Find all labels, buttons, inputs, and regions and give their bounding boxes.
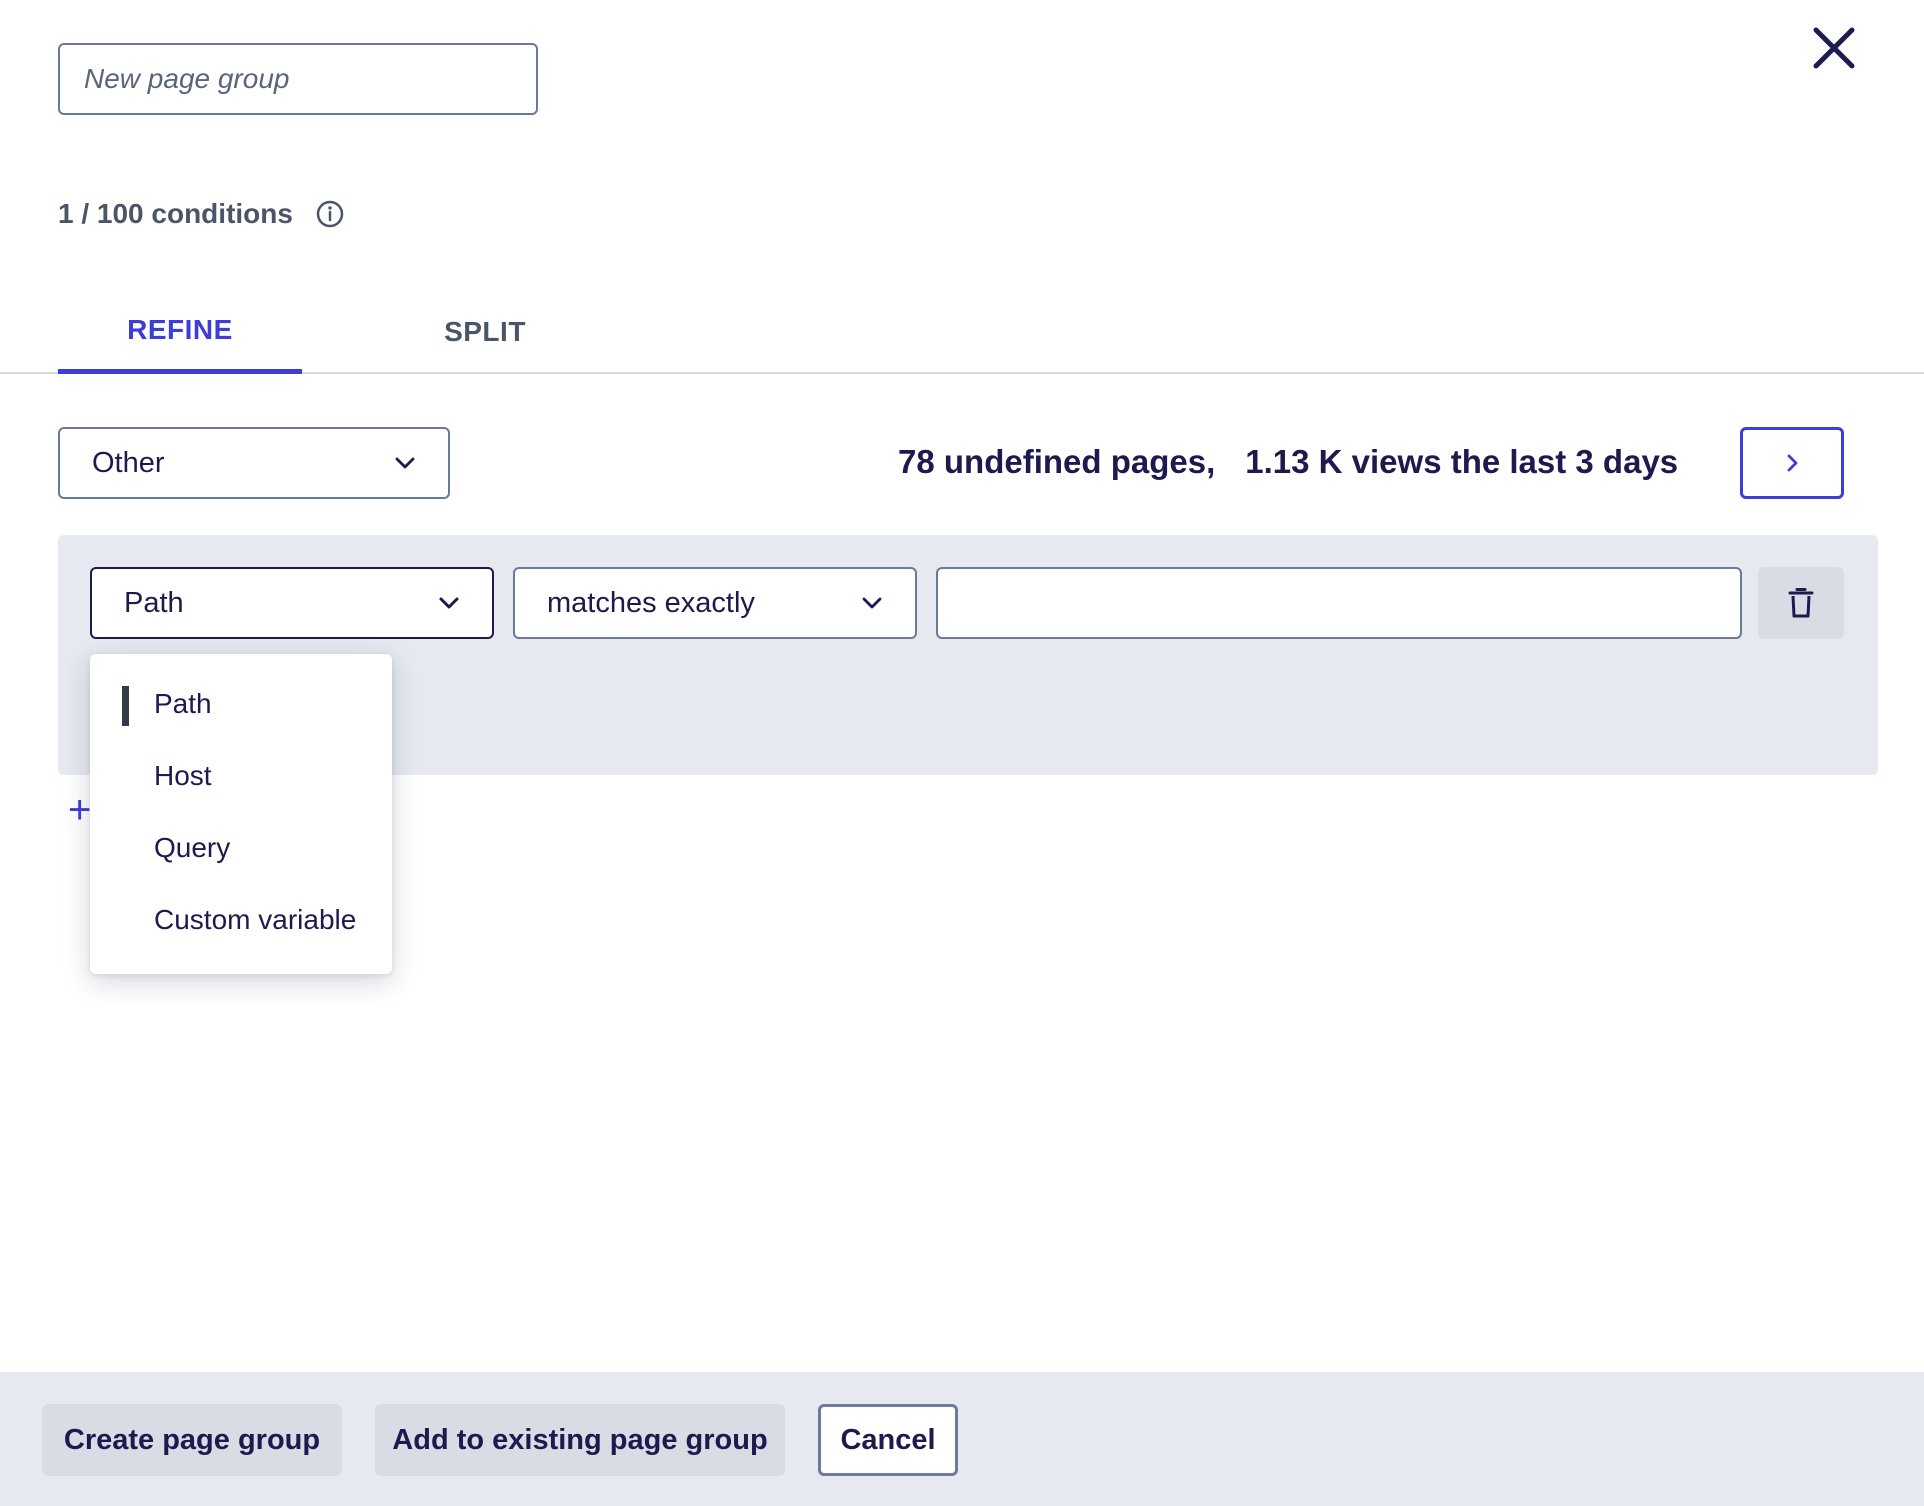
tab-split[interactable]: SPLIT [400,290,570,374]
dropdown-option-label: Query [154,832,231,863]
field-select-value: Path [124,586,184,619]
undefined-pages-count: 78 undefined pages, [898,443,1216,480]
add-to-existing-button[interactable]: Add to existing page group [375,1404,785,1476]
delete-condition-button[interactable] [1758,567,1844,639]
cancel-button[interactable]: Cancel [818,1404,958,1476]
conditions-count: 1 / 100 conditions [58,198,293,229]
field-dropdown-menu: Path Host Query Custom variable [90,654,392,974]
dropdown-option-path[interactable]: Path [90,668,392,740]
page-group-name-input[interactable] [58,43,538,115]
next-button[interactable] [1740,427,1844,499]
dropdown-option-custom-variable[interactable]: Custom variable [90,884,392,956]
operator-select[interactable]: matches exactly [513,567,917,639]
chevron-right-icon [1787,454,1798,472]
condition-value-input[interactable] [936,567,1742,639]
operator-select-value: matches exactly [547,586,755,619]
close-icon[interactable] [1808,22,1860,74]
dropdown-option-label: Custom variable [154,904,357,935]
selected-marker [122,686,129,726]
create-page-group-button[interactable]: Create page group [42,1404,342,1476]
chevron-down-icon [439,597,459,609]
chevron-down-icon [862,597,882,609]
page-group-select[interactable]: Other [58,427,450,499]
dropdown-option-label: Path [154,688,212,719]
dropdown-option-host[interactable]: Host [90,740,392,812]
page-summary: 78 undefined pages, 1.13 K views the las… [898,440,1678,484]
conditions-counter: 1 / 100 conditions [58,192,345,236]
tab-bar: REFINE SPLIT [0,290,1924,374]
page-group-select-value: Other [92,446,165,479]
chevron-down-icon [395,457,415,469]
dropdown-option-query[interactable]: Query [90,812,392,884]
add-condition-group-icon[interactable]: + [68,790,91,830]
dropdown-option-label: Host [154,760,212,791]
trash-icon [1788,588,1814,618]
views-count: 1.13 K views the last 3 days [1245,443,1679,480]
tab-refine[interactable]: REFINE [58,290,302,374]
field-select[interactable]: Path [90,567,494,639]
info-icon[interactable] [315,199,345,229]
